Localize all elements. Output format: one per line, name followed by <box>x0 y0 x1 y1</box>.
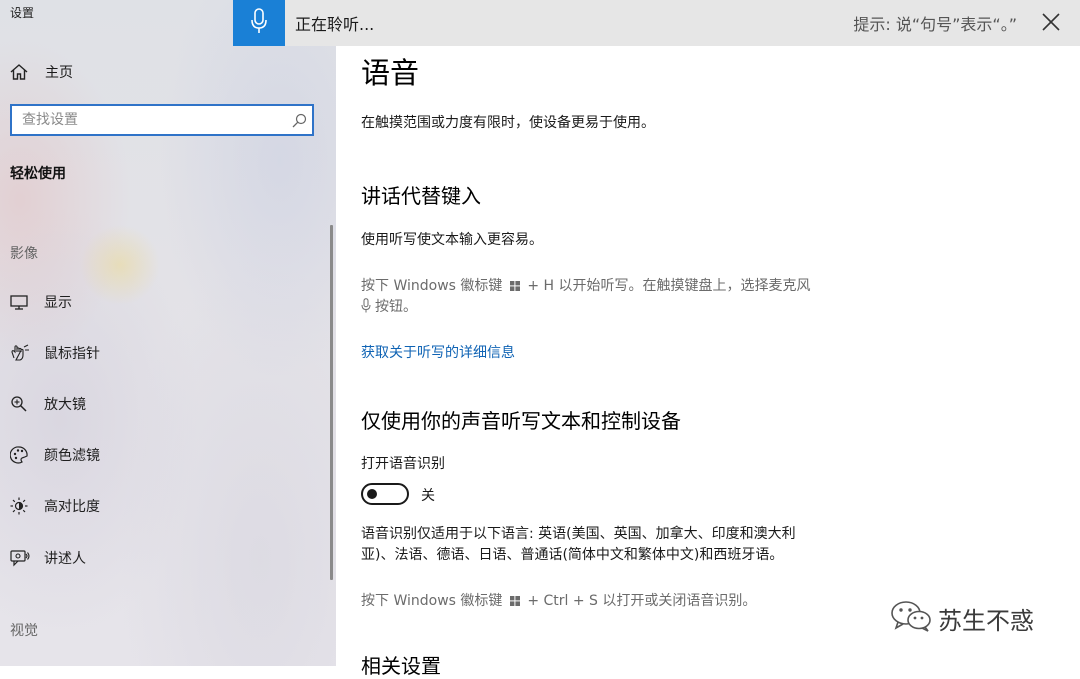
microphone-icon <box>250 8 268 38</box>
sidebar-item-label: 讲述人 <box>44 551 86 567</box>
recognition-section-title: 仅使用你的声音听写文本和控制设备 <box>361 409 681 433</box>
sidebar-item-high-contrast[interactable]: 高对比度 <box>10 493 100 519</box>
sidebar-section-title: 轻松使用 <box>10 166 66 182</box>
sidebar-item-label: 鼠标指针 <box>44 346 100 362</box>
dictation-section-title: 讲话代替键入 <box>361 184 481 208</box>
sidebar-scrollbar[interactable] <box>330 225 333 580</box>
monitor-icon <box>10 292 32 312</box>
search-input[interactable] <box>12 106 286 134</box>
narrator-icon <box>10 548 32 568</box>
search-icon[interactable] <box>286 113 312 128</box>
shortcut-suffix: + H 以开始听写。在触摸键盘上，选择麦克风 <box>527 278 811 294</box>
shortcut-suffix: + Ctrl + S 以打开或关闭语音识别。 <box>527 593 757 609</box>
microphone-icon <box>361 298 371 313</box>
toggle-knob <box>367 489 377 499</box>
mouse-pointer-icon <box>10 343 32 363</box>
sidebar-item-label: 放大镜 <box>44 397 86 413</box>
sidebar-item-label: 颜色滤镜 <box>44 448 100 464</box>
toggle-state-label: 关 <box>421 488 435 504</box>
dictation-shortcut-line1: 按下 Windows 徽标键 + H 以开始听写。在触摸键盘上，选择麦克风 <box>361 276 810 297</box>
search-box[interactable] <box>10 104 314 136</box>
page-title: 语音 <box>361 56 420 90</box>
home-icon <box>10 62 32 82</box>
shortcut-line2-text: 按钮。 <box>375 299 417 315</box>
sidebar-item-display[interactable]: 显示 <box>10 289 72 315</box>
watermark-text: 苏生不惑 <box>938 606 1034 635</box>
windows-logo-icon <box>509 592 520 606</box>
recognition-shortcut: 按下 Windows 徽标键 + Ctrl + S 以打开或关闭语音识别。 <box>361 591 756 612</box>
sidebar-item-narrator[interactable]: 讲述人 <box>10 545 86 571</box>
sidebar-group-hearing: 视觉 <box>10 623 38 639</box>
sidebar-home[interactable]: 主页 <box>10 60 73 84</box>
sidebar-item-label: 显示 <box>44 295 72 311</box>
watermark: 苏生不惑 <box>890 598 1034 638</box>
high-contrast-icon <box>10 496 32 516</box>
app-title: 设置 <box>10 6 35 20</box>
dictation-shortcut-line2: 按钮。 <box>361 297 417 318</box>
sidebar-group-vision: 影像 <box>10 246 38 262</box>
sidebar-item-color-filters[interactable]: 颜色滤镜 <box>10 442 100 468</box>
shortcut-prefix: 按下 Windows 徽标键 <box>361 278 503 294</box>
shortcut-prefix: 按下 Windows 徽标键 <box>361 593 503 609</box>
dictation-subtitle: 使用听写使文本输入更容易。 <box>361 232 543 248</box>
sidebar-item-label: 高对比度 <box>44 499 100 515</box>
windows-logo-icon <box>509 277 520 291</box>
microphone-button[interactable] <box>233 0 285 46</box>
sidebar: 设置 主页 轻松使用 影像 显示 鼠标指针 放大镜 颜色 <box>0 0 336 666</box>
page-description: 在触摸范围或力度有限时，使设备更易于使用。 <box>361 115 655 131</box>
languages-line2: 亚)、法语、德语、日语、普通话(简体中文和繁体中文)和西班牙语。 <box>361 547 784 563</box>
dictation-info-link[interactable]: 获取关于听写的详细信息 <box>361 342 515 362</box>
color-filter-icon <box>10 445 32 465</box>
main-content: 语音 在触摸范围或力度有限时，使设备更易于使用。 讲话代替键入 使用听写使文本输… <box>361 0 1061 678</box>
sidebar-item-mouse-pointer[interactable]: 鼠标指针 <box>10 340 100 366</box>
speech-recognition-toggle[interactable] <box>361 483 409 505</box>
sidebar-home-label: 主页 <box>45 65 73 81</box>
related-settings-title: 相关设置 <box>361 654 441 678</box>
magnifier-icon <box>10 394 32 414</box>
sidebar-item-magnifier[interactable]: 放大镜 <box>10 391 86 417</box>
languages-line1: 语音识别仅适用于以下语言: 英语(美国、英国、加拿大、印度和澳大利 <box>361 526 796 542</box>
recognition-toggle-label: 打开语音识别 <box>361 456 445 472</box>
wechat-logo-icon <box>890 599 932 637</box>
